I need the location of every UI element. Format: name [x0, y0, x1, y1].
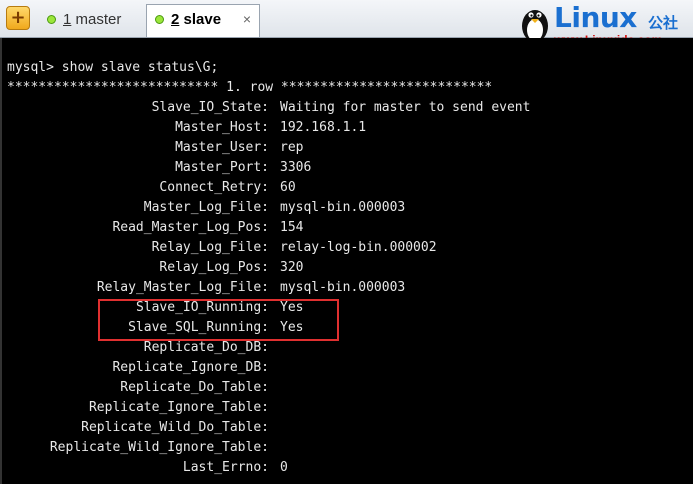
row-header: *************************** 1. row *****…: [7, 80, 493, 95]
field-value: mysql-bin.000003: [280, 200, 406, 215]
window-edge: [0, 38, 2, 484]
field-name: Last_Errno:: [182, 460, 269, 475]
field-name: Master_Host:: [175, 120, 269, 135]
status-row: Last_Errno: 0: [0, 458, 693, 478]
field-value: 154: [280, 220, 304, 235]
status-row: Relay_Master_Log_File: mysql-bin.000003: [0, 278, 693, 298]
field-name: Replicate_Do_DB:: [143, 340, 269, 355]
field-name: Master_Port:: [175, 160, 269, 175]
status-row: Master_Host: 192.168.1.1: [0, 118, 693, 138]
prompt-line: mysql> show slave status\G;: [7, 60, 219, 75]
field-name: Relay_Master_Log_File:: [96, 280, 269, 295]
field-name: Read_Master_Log_Pos:: [112, 220, 269, 235]
field-name: Relay_Log_File:: [151, 240, 269, 255]
field-name: Replicate_Do_Table:: [120, 380, 269, 395]
field-name: Slave_IO_State:: [151, 100, 269, 115]
field-name: Replicate_Wild_Do_Table:: [81, 420, 269, 435]
field-value: relay-log-bin.000002: [280, 240, 437, 255]
close-icon[interactable]: ×: [243, 5, 251, 34]
tab-number: 2: [171, 11, 180, 28]
field-value: 3306: [280, 160, 312, 175]
field-name: Relay_Log_Pos:: [159, 260, 269, 275]
status-row: Master_User: rep: [0, 138, 693, 158]
status-row: Read_Master_Log_Pos: 154: [0, 218, 693, 238]
status-row: Replicate_Wild_Ignore_Table:: [0, 438, 693, 458]
tab-number: 1: [63, 11, 72, 28]
field-value: Waiting for master to send event: [280, 100, 531, 115]
status-row: Replicate_Ignore_Table:: [0, 398, 693, 418]
new-tab-button[interactable]: +: [6, 6, 30, 30]
status-row: Replicate_Do_DB:: [0, 338, 693, 358]
tab-label: slave: [183, 11, 222, 28]
field-name: Master_Log_File:: [143, 200, 269, 215]
field-name: Replicate_Ignore_DB:: [112, 360, 269, 375]
tab-slave[interactable]: 2 slave ×: [146, 4, 260, 37]
field-value: 60: [280, 180, 296, 195]
status-row: Replicate_Do_Table:: [0, 378, 693, 398]
tab-label: master: [75, 11, 122, 28]
status-row: Connect_Retry: 60: [0, 178, 693, 198]
tab-master[interactable]: 1 master: [38, 4, 140, 35]
status-row: Replicate_Wild_Do_Table:: [0, 418, 693, 438]
logo-cn-text: 公社: [648, 14, 679, 32]
field-name: Replicate_Wild_Ignore_Table:: [49, 440, 269, 455]
plus-icon: +: [10, 7, 26, 28]
session-status-icon: [155, 15, 164, 24]
status-row: Master_Port: 3306: [0, 158, 693, 178]
field-value: mysql-bin.000003: [280, 280, 406, 295]
field-name: Replicate_Ignore_Table:: [88, 400, 269, 415]
field-value: 192.168.1.1: [280, 120, 367, 135]
field-value: 320: [280, 260, 304, 275]
status-row: Relay_Log_Pos: 320: [0, 258, 693, 278]
status-row: Slave_IO_State: Waiting for master to sen…: [0, 98, 693, 118]
logo-text: Linux: [554, 1, 637, 34]
status-row: Relay_Log_File: relay-log-bin.000002: [0, 238, 693, 258]
status-row: Master_Log_File: mysql-bin.000003: [0, 198, 693, 218]
field-name: Connect_Retry:: [159, 180, 269, 195]
running-status-highlight: [98, 299, 339, 341]
terminal-pane[interactable]: mysql> show slave status\G; ************…: [0, 38, 693, 484]
session-status-icon: [47, 15, 56, 24]
field-value: rep: [280, 140, 304, 155]
status-row: Replicate_Ignore_DB:: [0, 358, 693, 378]
field-value: 0: [280, 460, 288, 475]
field-name: Master_User:: [175, 140, 269, 155]
